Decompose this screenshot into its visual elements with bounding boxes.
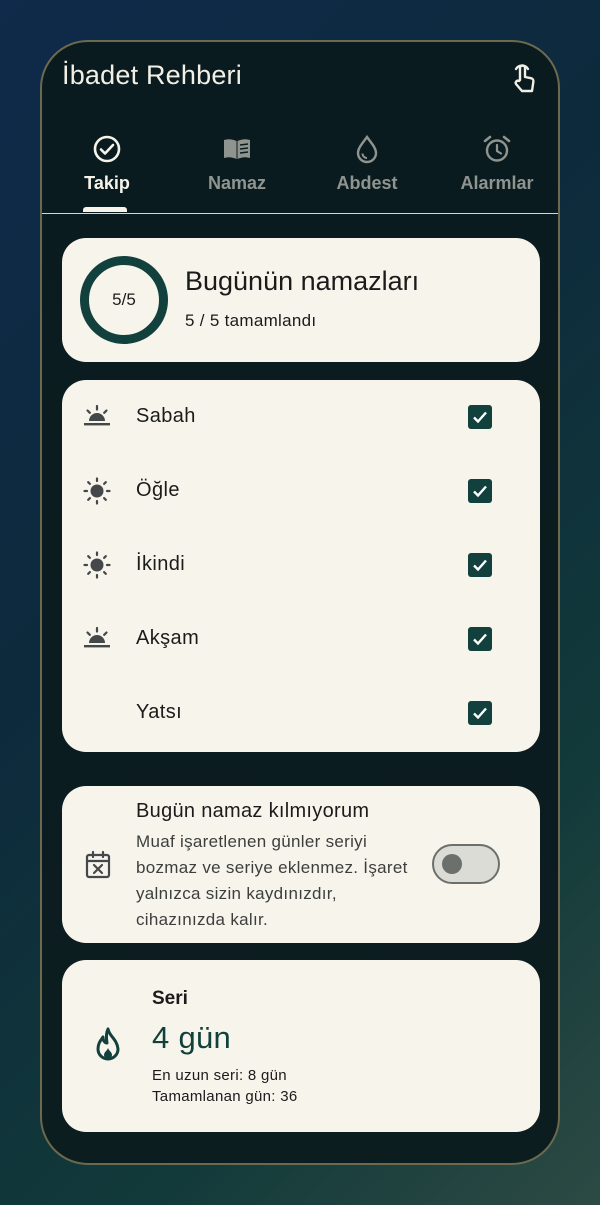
app-title: İbadet Rehberi	[62, 60, 242, 90]
prayer-row-ikindi[interactable]: İkindi	[62, 528, 540, 602]
check-icon	[473, 707, 487, 720]
prayer-list-card: Sabah Öğle İkindi Akşam Yatsı	[62, 380, 540, 752]
tab-label: Abdest	[336, 173, 398, 193]
today-summary-card: 5/5 Bugünün namazları 5 / 5 tamamlandı	[62, 238, 540, 362]
tab-namaz[interactable]: Namaz	[172, 126, 302, 214]
sunrise-icon	[84, 404, 110, 426]
moon-icon	[89, 701, 101, 725]
progress-ring: 5/5	[80, 256, 168, 344]
alarm-clock-icon	[483, 135, 511, 162]
tab-bar: Takip Namaz Abdest Alarmlar	[42, 126, 558, 214]
exempt-day-card: Bugün namaz kılmıyorum Muaf işaretlenen …	[62, 786, 540, 943]
toggle-knob	[442, 854, 462, 874]
check-icon	[473, 485, 487, 498]
summary-subtitle: 5 / 5 tamamlandı	[185, 311, 317, 330]
exempt-toggle[interactable]	[432, 844, 500, 884]
streak-longest: En uzun seri: 8 gün	[152, 1067, 287, 1084]
tab-abdest[interactable]: Abdest	[302, 126, 432, 214]
tab-takip[interactable]: Takip	[42, 126, 172, 214]
check-icon	[473, 633, 487, 646]
sun-icon	[83, 477, 111, 505]
phone-frame: İbadet Rehberi Takip Namaz Abdest Alarml…	[40, 40, 560, 1165]
exempt-title: Bugün namaz kılmıyorum	[136, 800, 370, 822]
tab-alarmlar[interactable]: Alarmlar	[432, 126, 558, 214]
prayer-name: Akşam	[136, 627, 200, 649]
prayer-row-sabah[interactable]: Sabah	[62, 380, 540, 454]
calendar-x-icon	[85, 850, 111, 879]
app-bar: İbadet Rehberi	[42, 42, 558, 122]
prayer-name: Sabah	[136, 405, 196, 427]
check-circle-icon	[93, 135, 121, 163]
touch-gesture-icon[interactable]	[508, 60, 542, 96]
book-icon	[224, 139, 250, 159]
tab-label: Namaz	[207, 173, 267, 193]
prayer-row-ogle[interactable]: Öğle	[62, 454, 540, 528]
tab-label: Takip	[84, 173, 130, 193]
water-drop-icon	[356, 134, 378, 164]
prayer-row-aksam[interactable]: Akşam	[62, 602, 540, 676]
exempt-description: Muaf işaretlenen günler seriyi bozmaz ve…	[136, 832, 408, 929]
prayer-checkbox[interactable]	[468, 553, 492, 577]
flame-icon	[96, 1027, 120, 1061]
summary-title: Bugünün namazları	[185, 266, 420, 296]
check-icon	[473, 559, 487, 572]
tab-label: Alarmlar	[460, 173, 534, 193]
prayer-row-yatsi[interactable]: Yatsı	[62, 676, 540, 750]
prayer-checkbox[interactable]	[468, 627, 492, 651]
progress-ring-text: 5/5	[112, 290, 136, 309]
streak-card: Seri 4 gün En uzun seri: 8 gün Tamamlana…	[62, 960, 540, 1132]
tab-active-indicator	[83, 207, 127, 212]
prayer-name: Yatsı	[136, 701, 183, 723]
sunset-icon	[84, 626, 110, 648]
streak-label: Seri	[152, 988, 188, 1009]
sun-icon	[83, 551, 111, 579]
prayer-checkbox[interactable]	[468, 405, 492, 429]
prayer-name: Öğle	[136, 479, 180, 501]
prayer-name: İkindi	[136, 553, 186, 575]
streak-total: Tamamlanan gün: 36	[152, 1088, 298, 1105]
check-icon	[473, 411, 487, 424]
streak-value: 4 gün	[152, 1020, 232, 1055]
prayer-checkbox[interactable]	[468, 701, 492, 725]
prayer-checkbox[interactable]	[468, 479, 492, 503]
